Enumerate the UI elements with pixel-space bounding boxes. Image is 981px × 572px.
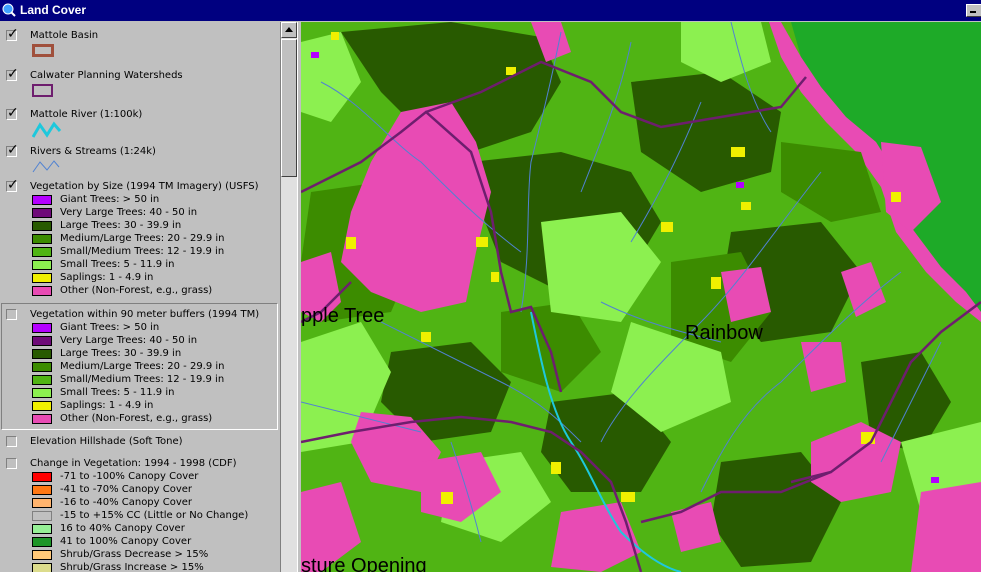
legend-swatch: [32, 375, 52, 385]
toc-scrollbar[interactable]: [280, 22, 297, 572]
legend-swatch: [32, 563, 52, 572]
toc-layer-calwater[interactable]: ✓ Calwater Planning Watersheds: [0, 62, 280, 100]
legend-label: Other (Non-Forest, e.g., grass): [60, 413, 213, 424]
legend-swatch: [32, 221, 52, 231]
legend-swatch: [32, 349, 52, 359]
title-bar: Land Cover: [0, 0, 981, 21]
scrollbar-thumb[interactable]: [281, 39, 297, 177]
layer-checkbox[interactable]: [6, 436, 18, 448]
legend-swatch: [32, 524, 52, 534]
legend-label: -71 to -100% Canopy Cover: [60, 471, 199, 482]
legend-swatch: [32, 234, 52, 244]
legend-swatch: [32, 511, 52, 521]
map-view[interactable]: pple Tree Rainbow sture Opening: [301, 22, 981, 572]
legend-label: Saplings: 1 - 4.9 in: [60, 400, 154, 411]
legend-label: 41 to 100% Canopy Cover: [60, 536, 192, 547]
layer-name[interactable]: Vegetation within 90 meter buffers (1994…: [30, 309, 259, 320]
legend-label: Small/Medium Trees: 12 - 19.9 in: [60, 246, 225, 257]
toc-layer-rivers-streams[interactable]: ✓ Rivers & Streams (1:24k): [0, 140, 280, 176]
layer-checkbox[interactable]: [6, 309, 18, 321]
legend-swatch: [32, 401, 52, 411]
legend-swatch: [32, 260, 52, 270]
land-cover-map[interactable]: [301, 22, 981, 572]
legend-label: Medium/Large Trees: 20 - 29.9 in: [60, 361, 225, 372]
legend-swatch: [32, 336, 52, 346]
watershed-outline-symbol: [32, 84, 53, 97]
legend-label: Large Trees: 30 - 39.9 in: [60, 348, 182, 359]
layer-name[interactable]: Change in Vegetation: 1994 - 1998 (CDF): [30, 458, 237, 469]
legend-swatch: [32, 472, 52, 482]
map-label-pasture-opening: sture Opening: [301, 555, 427, 572]
legend-label: 16 to 40% Canopy Cover: [60, 523, 185, 534]
legend-label: Saplings: 1 - 4.9 in: [60, 272, 154, 283]
toc-layer-vegetation-size[interactable]: ✓ Vegetation by Size (1994 TM Imagery) (…: [0, 178, 280, 302]
layer-name[interactable]: Vegetation by Size (1994 TM Imagery) (US…: [30, 181, 259, 192]
stream-line-symbol: [32, 160, 60, 173]
legend-label: Small Trees: 5 - 11.9 in: [60, 387, 175, 398]
layer-name[interactable]: Mattole Basin: [30, 30, 98, 41]
layer-checkbox[interactable]: ✓: [6, 143, 19, 158]
scroll-up-button[interactable]: [281, 22, 297, 38]
layer-checkbox[interactable]: ✓: [6, 27, 19, 42]
legend-label: Very Large Trees: 40 - 50 in: [60, 335, 198, 346]
layer-checkbox[interactable]: ✓: [6, 178, 19, 193]
map-label-apple-tree: pple Tree: [301, 305, 385, 327]
legend-swatch: [32, 498, 52, 508]
legend-swatch: [32, 537, 52, 547]
legend-label: Small/Medium Trees: 12 - 19.9 in: [60, 374, 225, 385]
legend-label: -16 to -40% Canopy Cover: [60, 497, 193, 508]
basin-outline-symbol: [32, 44, 54, 57]
table-of-contents: ✓ Mattole Basin ✓ Calwater Planning Wate…: [0, 22, 280, 572]
legend-swatch: [32, 286, 52, 296]
layer-name[interactable]: Rivers & Streams (1:24k): [30, 146, 156, 157]
river-line-symbol: [32, 121, 62, 138]
toc-layer-mattole-river[interactable]: ✓ Mattole River (1:100k): [0, 102, 280, 138]
layer-name[interactable]: Calwater Planning Watersheds: [30, 70, 183, 81]
minimize-button[interactable]: [966, 4, 981, 17]
layer-checkbox[interactable]: [6, 458, 18, 470]
layer-name[interactable]: Mattole River (1:100k): [30, 109, 142, 120]
legend-label: Giant Trees: > 50 in: [60, 322, 160, 333]
toc-layer-vegetation-change[interactable]: Change in Vegetation: 1994 - 1998 (CDF) …: [0, 455, 280, 572]
toc-layer-vegetation-buffers[interactable]: Vegetation within 90 meter buffers (1994…: [0, 306, 280, 430]
layer-checkbox[interactable]: ✓: [6, 106, 19, 121]
legend-label: Other (Non-Forest, e.g., grass): [60, 285, 213, 296]
legend-swatch: [32, 414, 52, 424]
legend-swatch: [32, 362, 52, 372]
legend-label: Large Trees: 30 - 39.9 in: [60, 220, 182, 231]
legend-swatch: [32, 208, 52, 218]
globe-icon: [2, 3, 16, 17]
legend-label: Shrub/Grass Increase > 15%: [60, 562, 204, 572]
legend-label: -41 to -70% Canopy Cover: [60, 484, 193, 495]
window-title: Land Cover: [20, 3, 87, 17]
legend-label: Small Trees: 5 - 11.9 in: [60, 259, 175, 270]
layer-name[interactable]: Elevation Hillshade (Soft Tone): [30, 436, 183, 447]
toc-layer-mattole-basin[interactable]: ✓ Mattole Basin: [0, 22, 280, 60]
toc-layer-hillshade[interactable]: Elevation Hillshade (Soft Tone): [0, 432, 280, 454]
map-label-rainbow: Rainbow: [685, 322, 763, 344]
legend-swatch: [32, 195, 52, 205]
legend-label: Very Large Trees: 40 - 50 in: [60, 207, 198, 218]
legend-swatch: [32, 485, 52, 495]
layer-checkbox[interactable]: ✓: [6, 67, 19, 82]
legend-swatch: [32, 323, 52, 333]
legend-swatch: [32, 273, 52, 283]
legend-label: Medium/Large Trees: 20 - 29.9 in: [60, 233, 225, 244]
legend-label: -15 to +15% CC (Little or No Change): [60, 510, 249, 521]
legend-swatch: [32, 247, 52, 257]
legend-label: Giant Trees: > 50 in: [60, 194, 160, 205]
legend-swatch: [32, 550, 52, 560]
legend-swatch: [32, 388, 52, 398]
legend-label: Shrub/Grass Decrease > 15%: [60, 549, 209, 560]
